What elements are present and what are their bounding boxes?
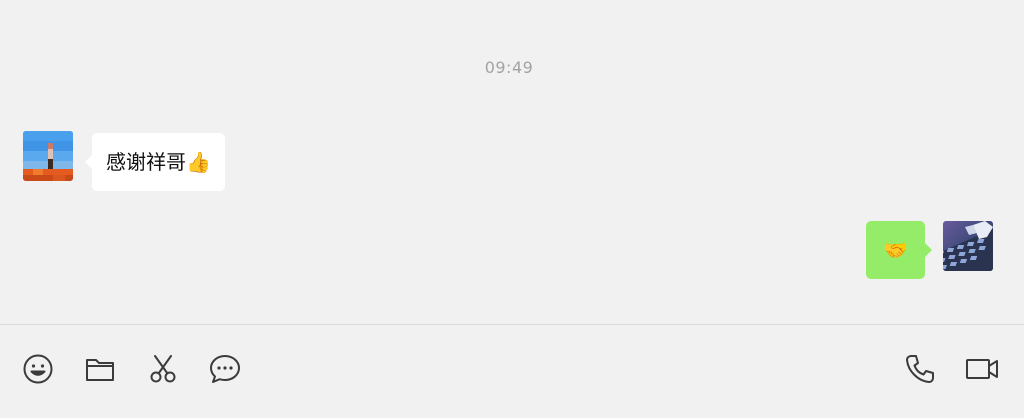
message-list[interactable]: 09:49 感谢祥哥👍 🤝 — [0, 0, 1024, 324]
voice-call-button[interactable] — [902, 351, 938, 387]
received-message-bubble[interactable]: 感谢祥哥👍 — [85, 133, 225, 191]
emoji-icon — [22, 353, 54, 385]
chat-history-button[interactable] — [207, 351, 243, 387]
file-button[interactable] — [82, 351, 118, 387]
video-icon — [964, 353, 1000, 385]
screenshot-button[interactable] — [145, 351, 181, 387]
scissors-icon — [147, 353, 179, 385]
sent-message-bubble[interactable]: 🤝 — [866, 221, 932, 279]
phone-icon — [904, 353, 936, 385]
input-toolbar — [0, 325, 1024, 418]
message-text: 感谢祥哥👍 — [106, 150, 211, 174]
emoji-button[interactable] — [20, 351, 56, 387]
message-text: 🤝 — [883, 238, 908, 262]
video-call-button[interactable] — [964, 351, 1000, 387]
message-timestamp: 09:49 — [484, 58, 534, 77]
folder-icon — [84, 353, 116, 385]
self-avatar[interactable] — [943, 221, 993, 271]
contact-avatar[interactable] — [23, 131, 73, 181]
chat-window: 09:49 感谢祥哥👍 🤝 — [0, 0, 1024, 418]
chat-bubble-icon — [208, 353, 242, 385]
